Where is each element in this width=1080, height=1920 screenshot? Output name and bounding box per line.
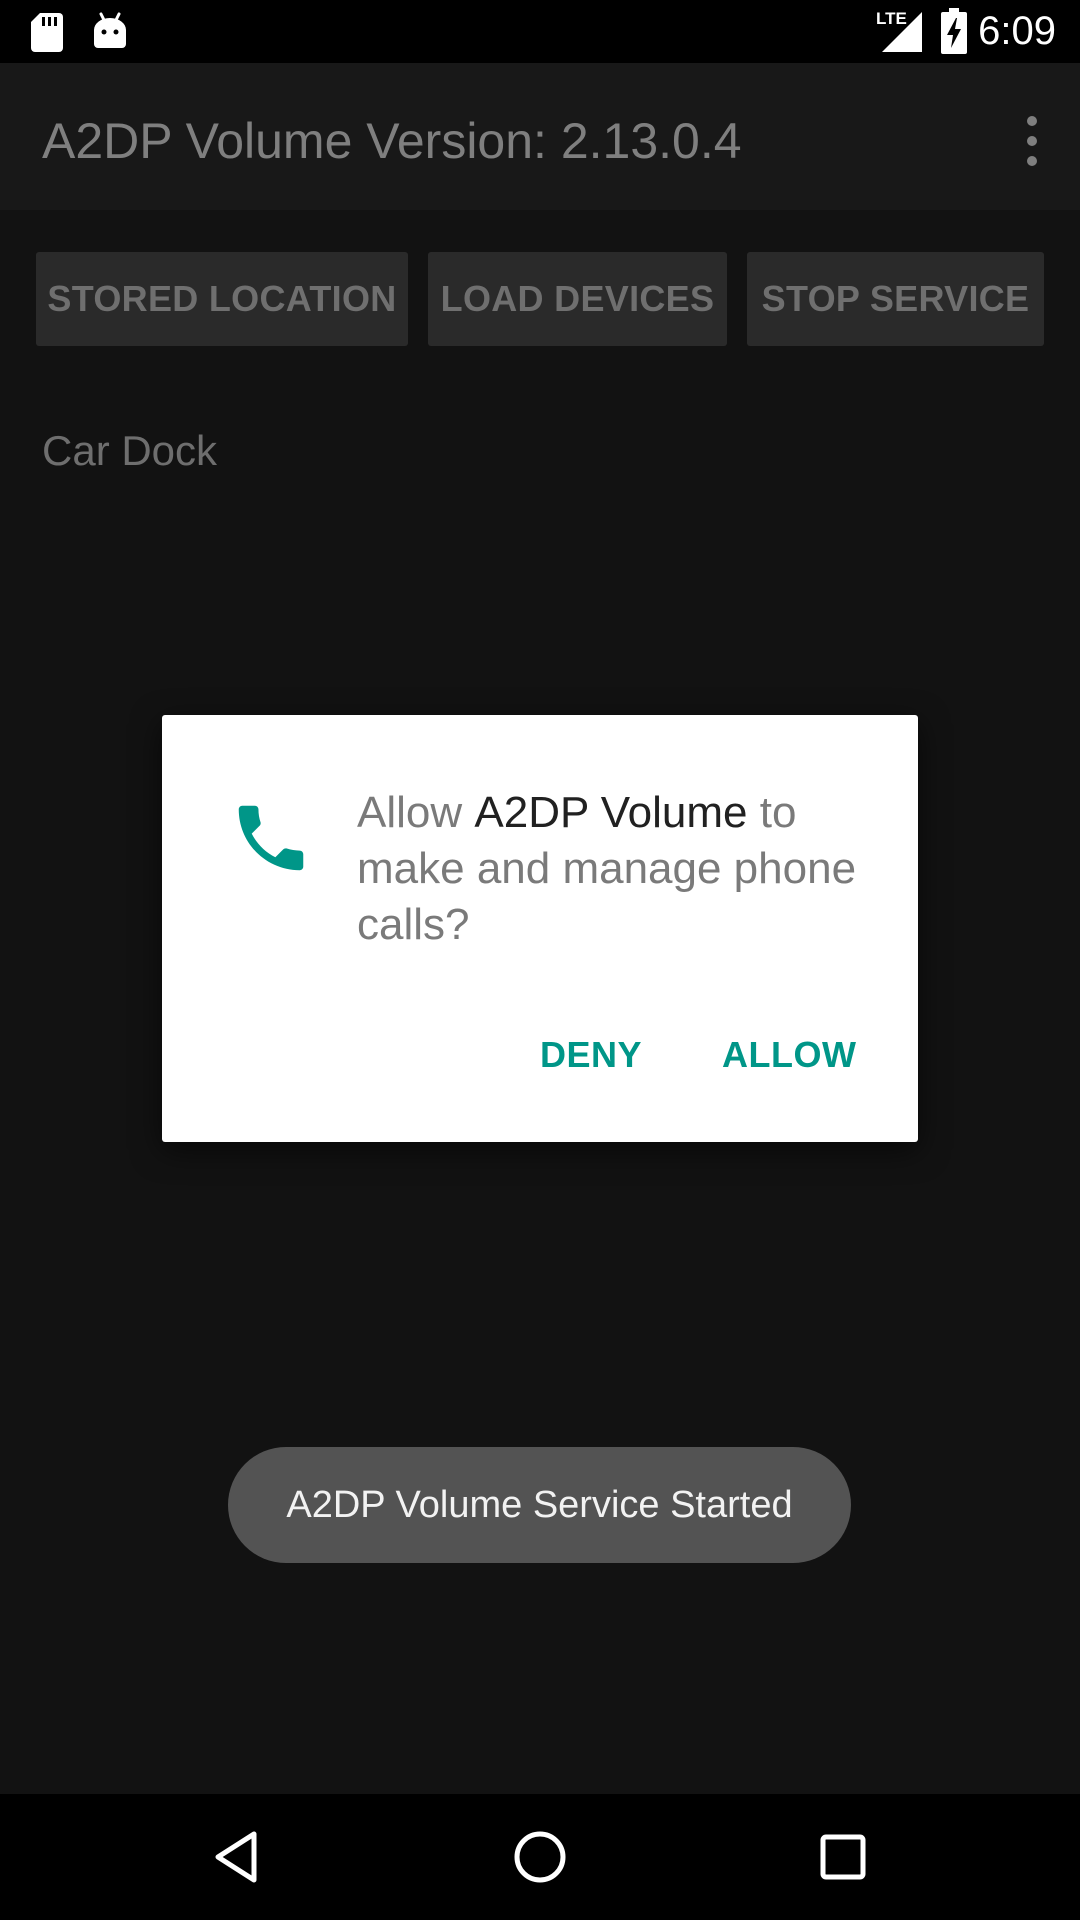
- phone-icon: [238, 805, 304, 871]
- deny-button[interactable]: DENY: [540, 1033, 642, 1077]
- allow-button[interactable]: ALLOW: [722, 1033, 856, 1077]
- device-list-item[interactable]: Car Dock: [42, 426, 217, 476]
- stop-service-button[interactable]: STOP SERVICE: [747, 252, 1044, 346]
- app-bar: A2DP Volume Version: 2.13.0.4: [0, 63, 1080, 210]
- permission-message: Allow A2DP Volume to make and manage pho…: [357, 785, 877, 953]
- lte-signal-icon: [882, 12, 922, 52]
- status-time: 6:09: [978, 9, 1056, 53]
- toast-message: A2DP Volume Service Started: [228, 1447, 851, 1563]
- app-title: A2DP Volume Version: 2.13.0.4: [42, 113, 742, 169]
- stored-location-button[interactable]: STORED LOCATION: [36, 252, 408, 346]
- android-debug-icon: [94, 12, 126, 48]
- navigation-bar: [0, 1794, 1080, 1920]
- status-bar: LTE 6:09: [0, 0, 1080, 63]
- more-vert-icon[interactable]: [1012, 111, 1052, 171]
- sd-card-icon: [31, 13, 63, 52]
- home-icon[interactable]: [507, 1824, 573, 1890]
- load-devices-button[interactable]: LOAD DEVICES: [428, 252, 727, 346]
- recents-icon[interactable]: [810, 1824, 876, 1890]
- permission-dialog: Allow A2DP Volume to make and manage pho…: [162, 715, 918, 1142]
- back-icon[interactable]: [204, 1824, 270, 1890]
- battery-charging-icon: [941, 8, 967, 54]
- permission-app-name: A2DP Volume: [474, 788, 748, 837]
- permission-prefix: Allow: [357, 788, 475, 837]
